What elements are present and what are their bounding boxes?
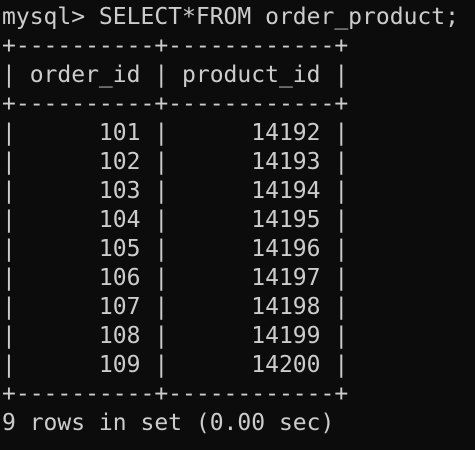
table-row: | 102 | 14193 | (2, 149, 349, 175)
table-row: | 109 | 14200 | (2, 352, 349, 378)
table-row: | 104 | 14195 | (2, 207, 349, 233)
table-row: | 105 | 14196 | (2, 236, 349, 262)
table-header-row: | order_id | product_id | (2, 62, 349, 88)
table-row: | 101 | 14192 | (2, 120, 349, 146)
table-row: | 108 | 14199 | (2, 323, 349, 349)
result-summary-line: 9 rows in set (0.00 sec) (2, 410, 335, 436)
table-row: | 107 | 14198 | (2, 294, 349, 320)
table-header-border: +----------+------------+ (2, 91, 349, 117)
command-prompt-line: mysql> SELECT*FROM order_product; (2, 4, 459, 30)
table-row: | 103 | 14194 | (2, 178, 349, 204)
table-top-border: +----------+------------+ (2, 33, 349, 59)
table-bottom-border: +----------+------------+ (2, 381, 349, 407)
terminal-window[interactable]: mysql> SELECT*FROM order_product; +-----… (0, 0, 475, 450)
table-row: | 106 | 14197 | (2, 265, 349, 291)
